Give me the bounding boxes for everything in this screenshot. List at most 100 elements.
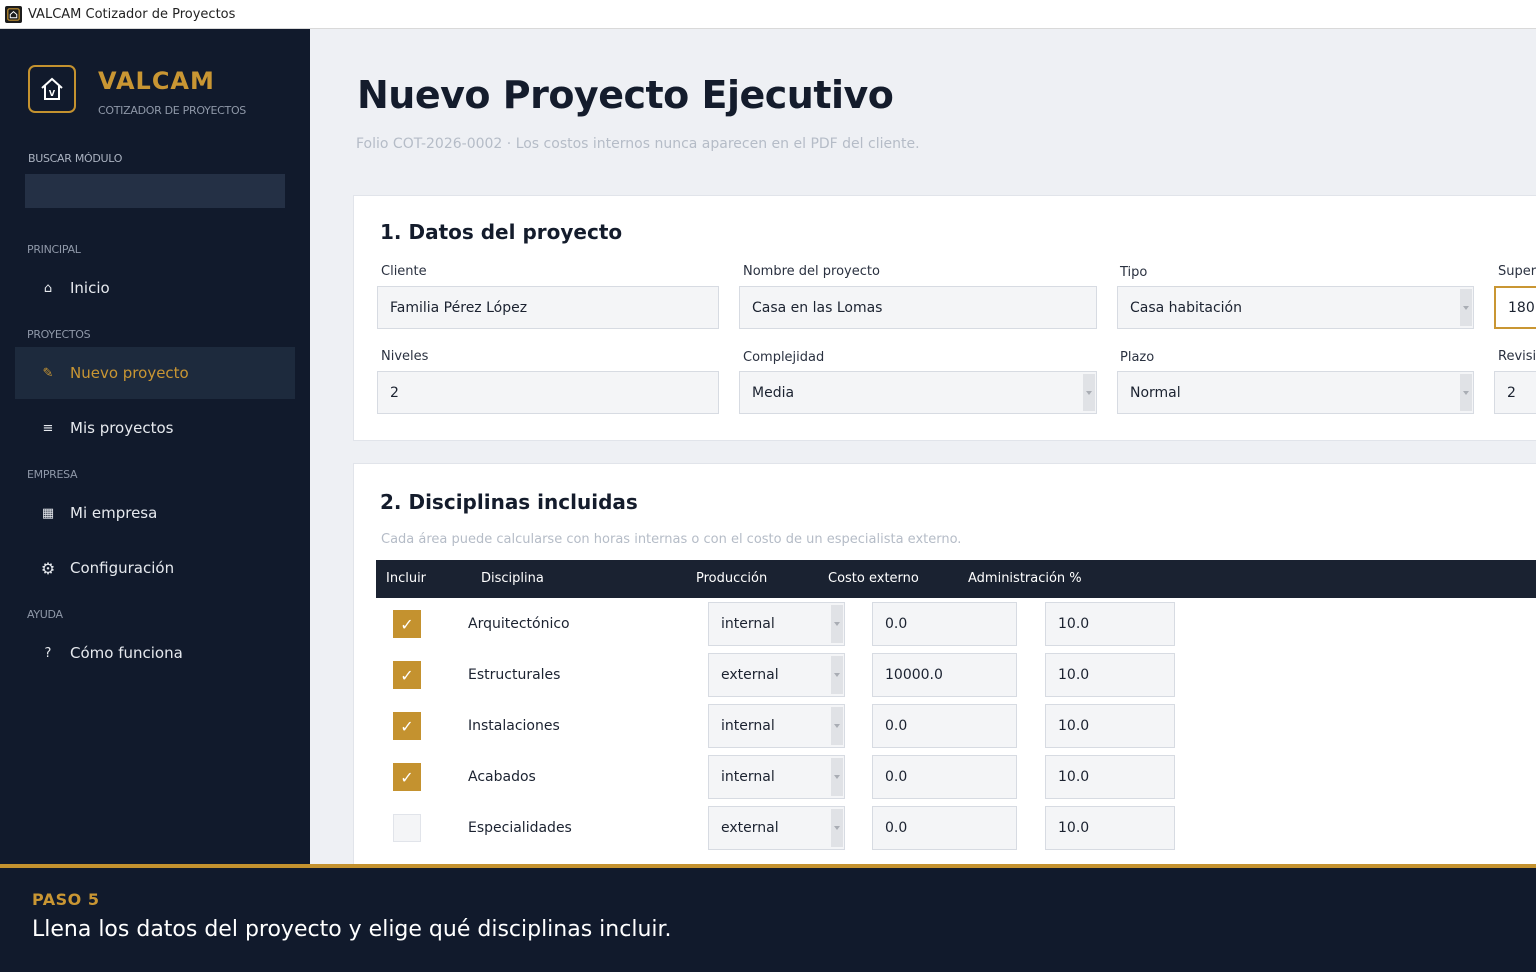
window-title-bar: VALCAM Cotizador de Proyectos: [0, 0, 1536, 29]
building-icon: ▦: [41, 505, 55, 521]
plazo-select[interactable]: Normal: [1117, 371, 1474, 414]
external-cost-field[interactable]: 0.0: [872, 806, 1017, 850]
chevron-down-icon: [1460, 289, 1472, 326]
column-header-incluir: Incluir: [386, 571, 427, 586]
production-value: internal: [721, 769, 775, 785]
nombre-proyecto-field[interactable]: Casa en las Lomas: [739, 286, 1097, 329]
plazo-value: Normal: [1130, 384, 1181, 401]
column-header-disciplina: Disciplina: [481, 571, 544, 586]
production-select[interactable]: internal: [708, 704, 845, 748]
admin-percent-field[interactable]: 10.0: [1045, 704, 1175, 748]
sidebar-item-label: Inicio: [70, 279, 110, 297]
external-cost-field[interactable]: 10000.0: [872, 653, 1017, 697]
plazo-label: Plazo: [1120, 350, 1155, 365]
production-select[interactable]: external: [708, 806, 845, 850]
external-cost-value: 0.0: [885, 616, 908, 632]
sidebar-item-configuracion[interactable]: ⚙ Configuración: [15, 542, 295, 594]
niveles-value: 2: [390, 384, 399, 401]
sidebar-item-label: Mi empresa: [70, 504, 158, 522]
include-checkbox[interactable]: [393, 814, 421, 842]
complejidad-label: Complejidad: [743, 350, 825, 365]
brand-logo-icon: V: [28, 65, 76, 113]
column-header-administracion: Administración %: [968, 571, 1082, 586]
include-checkbox[interactable]: ✓: [393, 712, 421, 740]
admin-percent-field[interactable]: 10.0: [1045, 602, 1175, 646]
column-header-costo-externo: Costo externo: [828, 571, 919, 586]
superficie-field[interactable]: 180: [1494, 286, 1536, 329]
module-search-input[interactable]: [25, 174, 285, 208]
admin-percent-value: 10.0: [1058, 820, 1090, 836]
brand-name: VALCAM: [98, 67, 215, 95]
brand-subtitle: COTIZADOR DE PROYECTOS: [98, 104, 246, 117]
revisiones-field[interactable]: 2: [1494, 371, 1536, 414]
production-select[interactable]: external: [708, 653, 845, 697]
external-cost-field[interactable]: 0.0: [872, 755, 1017, 799]
window-title: VALCAM Cotizador de Proyectos: [28, 6, 236, 22]
sidebar-item-como-funciona[interactable]: ? Cómo funciona: [15, 627, 295, 679]
section-title: 2. Disciplinas incluidas: [380, 490, 638, 514]
svg-text:V: V: [49, 89, 56, 98]
section-subtitle: Cada área puede calcularse con horas int…: [381, 532, 962, 547]
discipline-name: Acabados: [468, 769, 536, 785]
production-select[interactable]: internal: [708, 602, 845, 646]
app-icon: [5, 5, 22, 23]
production-select[interactable]: internal: [708, 755, 845, 799]
search-label: BUSCAR MÓDULO: [28, 152, 123, 165]
admin-percent-field[interactable]: 10.0: [1045, 806, 1175, 850]
gear-icon: ⚙: [40, 558, 56, 578]
chevron-down-icon: [1083, 374, 1095, 411]
section-title: 1. Datos del proyecto: [380, 220, 623, 244]
include-checkbox[interactable]: ✓: [393, 763, 421, 791]
sidebar-item-inicio[interactable]: ⌂ Inicio: [15, 262, 295, 314]
admin-percent-field[interactable]: 10.0: [1045, 755, 1175, 799]
admin-percent-value: 10.0: [1058, 667, 1090, 683]
external-cost-field[interactable]: 0.0: [872, 602, 1017, 646]
niveles-label: Niveles: [381, 349, 429, 364]
include-checkbox[interactable]: ✓: [393, 661, 421, 689]
discipline-name: Especialidades: [468, 820, 572, 836]
cliente-value: Familia Pérez López: [390, 299, 528, 316]
revisiones-value: 2: [1507, 384, 1516, 401]
pencil-icon: ✎: [42, 365, 54, 381]
superficie-label: Super: [1498, 264, 1536, 279]
niveles-field[interactable]: 2: [377, 371, 719, 414]
tipo-value: Casa habitación: [1130, 299, 1242, 316]
external-cost-value: 0.0: [885, 820, 908, 836]
cliente-field[interactable]: Familia Pérez López: [377, 286, 719, 329]
list-icon: ≡: [42, 420, 54, 436]
nombre-value: Casa en las Lomas: [752, 299, 883, 316]
discipline-name: Arquitectónico: [468, 616, 570, 632]
include-checkbox[interactable]: ✓: [393, 610, 421, 638]
tipo-select[interactable]: Casa habitación: [1117, 286, 1474, 329]
sidebar-item-mi-empresa[interactable]: ▦ Mi empresa: [15, 487, 295, 539]
nombre-label: Nombre del proyecto: [743, 264, 880, 279]
table-row: Especialidades external 0.0 10.0: [376, 806, 1536, 857]
complejidad-value: Media: [752, 384, 795, 401]
revisiones-label: Revisi: [1498, 349, 1536, 364]
admin-percent-value: 10.0: [1058, 718, 1090, 734]
tutorial-banner: PASO 5 Llena los datos del proyecto y el…: [0, 864, 1536, 972]
production-value: external: [721, 667, 779, 683]
table-row: ✓ Acabados internal 0.0 10.0: [376, 755, 1536, 806]
sidebar-item-mis-proyectos[interactable]: ≡ Mis proyectos: [15, 402, 295, 454]
external-cost-field[interactable]: 0.0: [872, 704, 1017, 748]
chevron-down-icon: [831, 707, 843, 745]
complejidad-select[interactable]: Media: [739, 371, 1097, 414]
home-icon: ⌂: [43, 280, 53, 296]
step-label: PASO 5: [32, 890, 100, 909]
discipline-name: Instalaciones: [468, 718, 560, 734]
sidebar: V VALCAM COTIZADOR DE PROYECTOS BUSCAR M…: [0, 29, 310, 864]
chevron-down-icon: [1460, 374, 1472, 411]
project-data-card: 1. Datos del proyecto Cliente Familia Pé…: [353, 195, 1536, 441]
table-row: ✓ Arquitectónico internal 0.0 10.0: [376, 602, 1536, 653]
section-label-empresa: EMPRESA: [27, 468, 78, 481]
admin-percent-field[interactable]: 10.0: [1045, 653, 1175, 697]
production-value: external: [721, 820, 779, 836]
page-subtitle: Folio COT-2026-0002 · Los costos interno…: [356, 136, 920, 152]
column-header-produccion: Producción: [696, 571, 768, 586]
section-label-ayuda: AYUDA: [27, 608, 63, 621]
cliente-label: Cliente: [381, 264, 427, 279]
production-value: internal: [721, 718, 775, 734]
disciplines-card: 2. Disciplinas incluidas Cada área puede…: [353, 463, 1536, 864]
sidebar-item-nuevo-proyecto[interactable]: ✎ Nuevo proyecto: [15, 347, 295, 399]
